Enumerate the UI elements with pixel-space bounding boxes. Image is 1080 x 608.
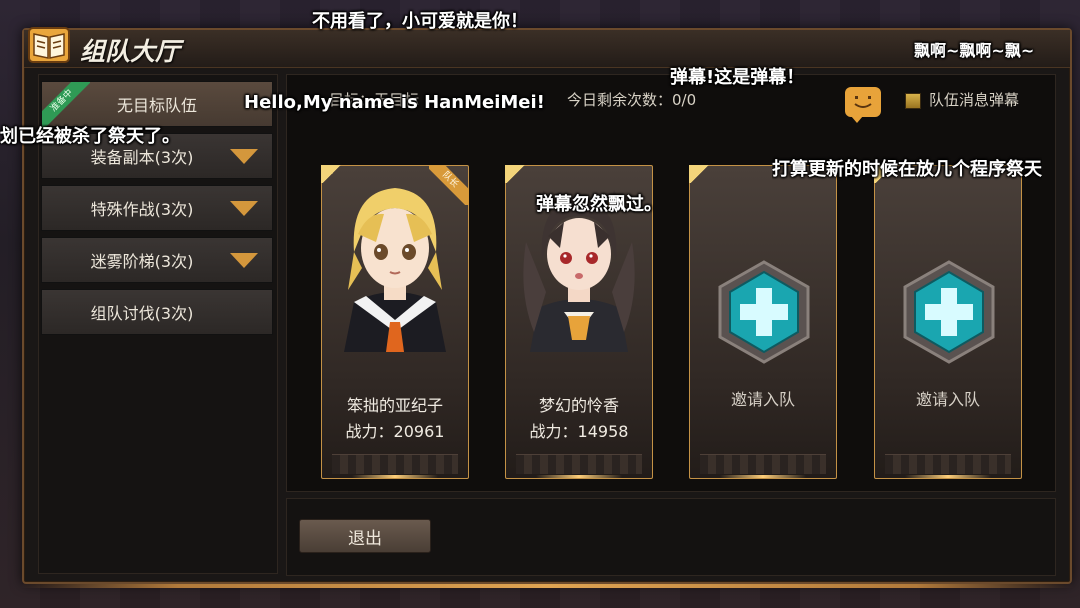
card-glow	[720, 475, 806, 478]
danmaku-message: 不用看了，小可爱就是你！	[312, 11, 528, 32]
danmaku-message: Hello,My name is HanMeiMei!	[244, 92, 545, 113]
sidebar-item-no-target[interactable]: 准备中 无目标队伍	[41, 81, 273, 130]
danmaku-message: 弹幕忽然飘过。	[536, 194, 662, 215]
invite-slot-card[interactable]: 邀请入队	[874, 165, 1022, 479]
sidebar-item-special-ops[interactable]: 特殊作战(3次)	[41, 185, 273, 231]
book-icon	[28, 27, 70, 63]
sidebar-item-label: 迷雾阶梯(3次)	[90, 252, 194, 271]
chat-bubble-smile-icon	[854, 96, 872, 108]
invite-label: 邀请入队	[730, 390, 795, 409]
danmaku-message: 飘啊~飘啊~飘~	[914, 41, 1035, 60]
sidebar-item-label: 组队讨伐(3次)	[90, 304, 194, 323]
exit-button[interactable]: 退出	[299, 519, 431, 553]
sidebar-item-team-raid[interactable]: 组队讨伐(3次)	[41, 289, 273, 335]
card-glow	[536, 475, 622, 478]
plus-hex-icon[interactable]	[895, 258, 1003, 366]
sidebar-item-mist-ladder[interactable]: 迷雾阶梯(3次)	[41, 237, 273, 283]
sidebar-item-label: 特殊作战(3次)	[90, 200, 194, 219]
member-name: 梦幻的怜香	[538, 396, 619, 415]
member-power: 战力：20961	[345, 422, 445, 441]
card-glow	[352, 475, 438, 478]
member-power: 战力：14958	[529, 422, 629, 441]
member-name: 笨拙的亚纪子	[346, 396, 443, 415]
invite-label: 邀请入队	[915, 390, 980, 409]
chevron-down-icon[interactable]	[230, 201, 258, 216]
danmaku-message: 打算更新的时候在放几个程序祭天	[772, 159, 1042, 180]
team-category-sidebar: 准备中 无目标队伍 装备副本(3次) 特殊作战(3次) 迷雾阶梯(3次) 组队讨…	[38, 74, 278, 574]
chat-button[interactable]	[845, 87, 881, 123]
remaining-count-label: 今日剩余次数：0/0	[567, 91, 697, 109]
plus-hex-icon[interactable]	[710, 258, 818, 366]
team-danmaku-label: 队伍消息弹幕	[929, 91, 1020, 109]
blonde-girl-portrait	[344, 188, 446, 352]
card-footer	[885, 454, 1011, 474]
card-footer	[516, 454, 642, 474]
sidebar-item-label: 无目标队伍	[116, 96, 197, 115]
team-hall-window: 组队大厅 准备中 无目标队伍 装备副本(3次) 特殊作战(3次) 迷雾阶梯(3次…	[20, 27, 1074, 588]
team-danmaku-checkbox[interactable]	[905, 93, 921, 109]
team-main-panel: 目标：无目标 今日剩余次数：0/0 队伍消息弹幕 队长 笨拙的亚纪子 战力：20…	[286, 74, 1056, 492]
team-member-card[interactable]: 队长 笨拙的亚纪子 战力：20961	[321, 165, 469, 479]
chevron-down-icon[interactable]	[230, 149, 258, 164]
card-glow	[905, 475, 991, 478]
danmaku-message: 弹幕!这是弹幕！	[670, 67, 805, 88]
invite-slot-card[interactable]: 邀请入队	[689, 165, 837, 479]
bottom-action-bar: 退出	[286, 498, 1056, 576]
card-footer	[332, 454, 458, 474]
window-title: 组队大厅	[80, 37, 181, 66]
card-footer	[700, 454, 826, 474]
danmaku-message: 划已经被杀了祭天了。	[0, 126, 180, 147]
chevron-down-icon[interactable]	[230, 253, 258, 268]
